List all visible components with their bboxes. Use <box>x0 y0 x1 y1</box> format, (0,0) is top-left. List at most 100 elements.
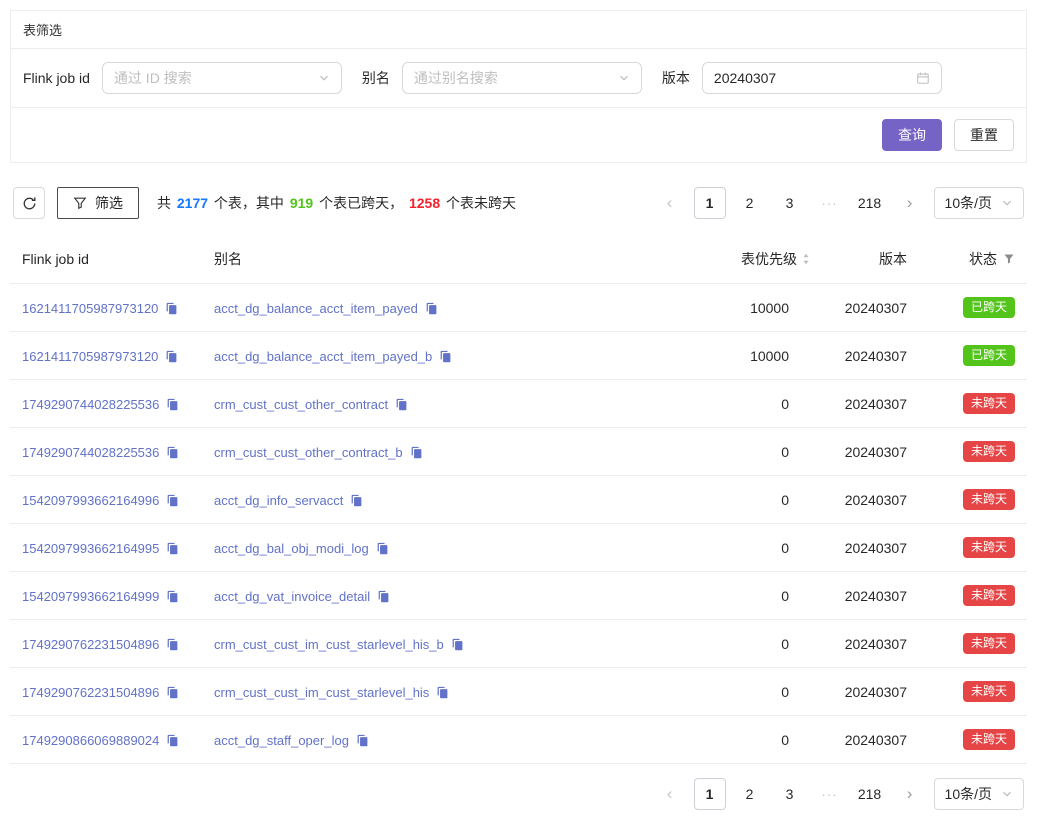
pagination-page-2[interactable]: 2 <box>734 778 766 810</box>
alias-link[interactable]: acct_dg_balance_acct_item_payed_b <box>214 349 432 364</box>
copy-icon[interactable] <box>166 686 179 699</box>
copy-icon[interactable] <box>395 398 408 411</box>
flink-job-id-select[interactable]: 通过 ID 搜索 <box>102 62 342 94</box>
pagination-ellipsis[interactable]: ··· <box>814 187 846 219</box>
version-cell: 20240307 <box>819 332 915 380</box>
table-row: 1621411705987973120 acct_dg_balance_acct… <box>10 284 1027 332</box>
copy-icon[interactable] <box>439 350 452 363</box>
sorter-icon[interactable] <box>801 252 811 266</box>
flink-job-id-link[interactable]: 1621411705987973120 <box>22 349 158 364</box>
flink-job-id-link[interactable]: 1542097993662164999 <box>22 589 159 604</box>
filter-panel-title: 表筛选 <box>11 11 1026 49</box>
data-table: Flink job id 别名 表优先级 版本 状态 <box>10 235 1027 764</box>
copy-icon[interactable] <box>166 638 179 651</box>
status-badge: 未跨天 <box>963 633 1015 654</box>
status-badge: 已跨天 <box>963 345 1015 366</box>
column-flink-job-id: Flink job id <box>10 235 206 284</box>
pagination-bottom: ‹123···218› 10条/页 <box>654 778 1024 810</box>
priority-cell: 0 <box>669 668 819 716</box>
alias-link[interactable]: crm_cust_cust_im_cust_starlevel_his_b <box>214 637 444 652</box>
copy-icon[interactable] <box>410 446 423 459</box>
flink-job-id-link[interactable]: 1749290762231504896 <box>22 637 159 652</box>
alias-link[interactable]: acct_dg_staff_oper_log <box>214 733 349 748</box>
version-date-input[interactable]: 20240307 <box>702 62 942 94</box>
copy-icon[interactable] <box>376 542 389 555</box>
page-size-select[interactable]: 10条/页 <box>934 778 1024 810</box>
pagination-page-1[interactable]: 1 <box>694 778 726 810</box>
chevron-down-icon <box>618 72 630 84</box>
copy-icon[interactable] <box>165 350 178 363</box>
alias-label: 别名 <box>362 68 390 88</box>
copy-icon[interactable] <box>165 302 178 315</box>
alias-link[interactable]: crm_cust_cust_other_contract_b <box>214 445 403 460</box>
pagination-next-button[interactable]: › <box>894 778 926 810</box>
column-status-label: 状态 <box>969 249 997 269</box>
copy-icon[interactable] <box>356 734 369 747</box>
funnel-icon <box>73 196 87 210</box>
flink-job-id-link[interactable]: 1542097993662164995 <box>22 541 159 556</box>
alias-link[interactable]: acct_dg_vat_invoice_detail <box>214 589 370 604</box>
status-badge: 未跨天 <box>963 537 1015 558</box>
alias-link[interactable]: acct_dg_bal_obj_modi_log <box>214 541 369 556</box>
calendar-icon <box>916 71 930 85</box>
alias-select[interactable]: 通过别名搜索 <box>402 62 642 94</box>
version-cell: 20240307 <box>819 668 915 716</box>
filter-button-label: 筛选 <box>95 193 123 213</box>
pagination-ellipsis[interactable]: ··· <box>814 778 846 810</box>
chevron-down-icon <box>1001 197 1013 209</box>
copy-icon[interactable] <box>451 638 464 651</box>
pagination-next-button[interactable]: › <box>894 187 926 219</box>
pagination-page-218[interactable]: 218 <box>854 187 886 219</box>
pagination-page-2[interactable]: 2 <box>734 187 766 219</box>
query-button[interactable]: 查询 <box>882 119 942 151</box>
pagination-page-1[interactable]: 1 <box>694 187 726 219</box>
copy-icon[interactable] <box>425 302 438 315</box>
flink-job-id-link[interactable]: 1749290744028225536 <box>22 397 159 412</box>
copy-icon[interactable] <box>350 494 363 507</box>
copy-icon[interactable] <box>166 446 179 459</box>
column-priority[interactable]: 表优先级 <box>669 235 819 284</box>
not-crossed-count: 1258 <box>407 195 442 211</box>
crossed-count: 919 <box>288 195 315 211</box>
field-alias: 别名 通过别名搜索 <box>362 62 642 94</box>
pagination-prev-button[interactable]: ‹ <box>654 187 686 219</box>
reset-button[interactable]: 重置 <box>954 119 1014 151</box>
flink-job-id-link[interactable]: 1749290762231504896 <box>22 685 159 700</box>
version-cell: 20240307 <box>819 572 915 620</box>
pagination-page-3[interactable]: 3 <box>774 778 806 810</box>
copy-icon[interactable] <box>166 542 179 555</box>
copy-icon[interactable] <box>436 686 449 699</box>
field-flink-job-id: Flink job id 通过 ID 搜索 <box>23 62 342 94</box>
alias-link[interactable]: acct_dg_balance_acct_item_payed <box>214 301 418 316</box>
flink-job-id-link[interactable]: 1542097993662164996 <box>22 493 159 508</box>
pagination-page-3[interactable]: 3 <box>774 187 806 219</box>
flink-job-id-link[interactable]: 1621411705987973120 <box>22 301 158 316</box>
copy-icon[interactable] <box>166 590 179 603</box>
chevron-down-icon <box>1001 788 1013 800</box>
filter-actions-row: 查询 重置 <box>11 108 1026 162</box>
table-row: 1542097993662164995 acct_dg_bal_obj_modi… <box>10 524 1027 572</box>
alias-link[interactable]: crm_cust_cust_im_cust_starlevel_his <box>214 685 429 700</box>
status-badge: 已跨天 <box>963 297 1015 318</box>
pagination-page-218[interactable]: 218 <box>854 778 886 810</box>
flink-job-id-link[interactable]: 1749290866069889024 <box>22 733 159 748</box>
flink-job-id-label: Flink job id <box>23 70 90 86</box>
flink-job-id-link[interactable]: 1749290744028225536 <box>22 445 159 460</box>
pagination-prev-button[interactable]: ‹ <box>654 778 686 810</box>
table-row: 1542097993662164999 acct_dg_vat_invoice_… <box>10 572 1027 620</box>
copy-icon[interactable] <box>166 494 179 507</box>
copy-icon[interactable] <box>377 590 390 603</box>
refresh-button[interactable] <box>13 187 45 219</box>
table-row: 1749290762231504896 crm_cust_cust_im_cus… <box>10 668 1027 716</box>
alias-link[interactable]: acct_dg_info_servacct <box>214 493 343 508</box>
status-filter-icon[interactable] <box>1003 253 1015 265</box>
copy-icon[interactable] <box>166 398 179 411</box>
page-size-select[interactable]: 10条/页 <box>934 187 1024 219</box>
column-alias: 别名 <box>206 235 669 284</box>
copy-icon[interactable] <box>166 734 179 747</box>
page-size-value: 10条/页 <box>945 784 992 804</box>
version-label: 版本 <box>662 68 690 88</box>
filter-button[interactable]: 筛选 <box>57 187 139 219</box>
alias-link[interactable]: crm_cust_cust_other_contract <box>214 397 388 412</box>
summary-mid1: 个表，其中 <box>210 195 288 211</box>
